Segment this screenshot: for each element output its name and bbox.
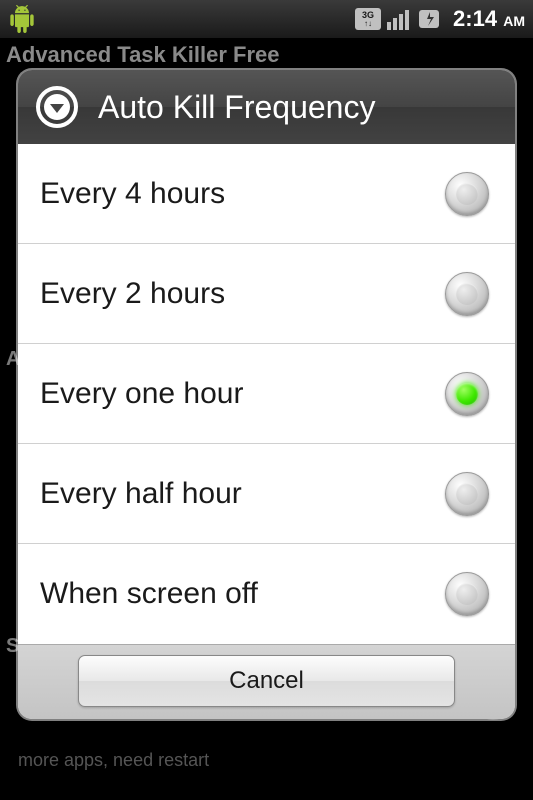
dropdown-circle-icon [36,86,78,128]
clock-ampm: AM [503,13,525,29]
option-label: Every 2 hours [40,277,225,311]
option-when-screen-off[interactable]: When screen off [18,544,515,644]
android-icon [8,5,36,33]
clock-time: 2:14 [453,6,497,31]
dialog-title: Auto Kill Frequency [98,89,375,126]
option-every-2-hours[interactable]: Every 2 hours [18,244,515,344]
option-every-4-hours[interactable]: Every 4 hours [18,144,515,244]
dialog-footer: Cancel [18,644,515,719]
clock: 2:14 AM [453,6,525,32]
radio-button[interactable] [445,272,489,316]
radio-button-selected[interactable] [445,372,489,416]
options-list: Every 4 hours Every 2 hours Every one ho… [18,144,515,644]
bg-subtext: more apps, need restart [18,750,209,771]
radio-button[interactable] [445,472,489,516]
option-label: Every one hour [40,377,243,411]
status-left [8,5,36,33]
auto-kill-frequency-dialog: Auto Kill Frequency Every 4 hours Every … [18,70,515,719]
cancel-button[interactable]: Cancel [78,655,455,707]
option-label: Every half hour [40,477,242,511]
bg-app-title: Advanced Task Killer Free [6,42,280,68]
option-label: Every 4 hours [40,177,225,211]
radio-button[interactable] [445,172,489,216]
option-every-one-hour[interactable]: Every one hour [18,344,515,444]
option-label: When screen off [40,577,258,611]
signal-icon [387,8,411,30]
dialog-header: Auto Kill Frequency [18,70,515,144]
battery-icon [417,8,443,30]
3g-icon: 3G ↑↓ [355,8,381,30]
status-right: 3G ↑↓ 2:14 AM [355,6,525,32]
option-every-half-hour[interactable]: Every half hour [18,444,515,544]
status-bar: 3G ↑↓ 2:14 AM [0,0,533,38]
radio-button[interactable] [445,572,489,616]
